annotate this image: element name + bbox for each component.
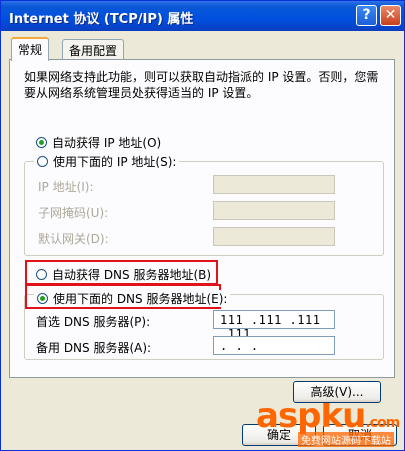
window-title: Internet 协议 (TCP/IP) 属性 <box>9 12 194 27</box>
ip-auto-label: 自动获得 IP 地址(O) <box>52 136 162 150</box>
dns-manual-label: 使用下面的 DNS 服务器地址(E): <box>53 292 228 306</box>
preferred-dns-field[interactable]: 111 .111 .111 .111 <box>213 310 335 341</box>
advanced-button[interactable]: 高级(V)... <box>293 381 381 403</box>
tcpip-properties-dialog: Internet 协议 (TCP/IP) 属性 ? ✕ 常规 备用配置 如果网络… <box>0 0 405 451</box>
dns-manual-option[interactable]: 使用下面的 DNS 服务器地址(E): <box>34 290 231 307</box>
subnet-mask-label: 子网掩码(U): <box>38 206 109 220</box>
preferred-dns-label: 首选 DNS 服务器(P): <box>36 315 151 329</box>
subnet-mask-field[interactable] <box>213 201 335 220</box>
watermark-suffix: .com <box>365 415 400 431</box>
help-icon[interactable]: ? <box>356 5 377 26</box>
tab-alternate-config[interactable]: 备用配置 <box>62 39 125 59</box>
close-icon[interactable]: ✕ <box>380 5 401 26</box>
ip-auto-option[interactable]: 自动获得 IP 地址(O) <box>36 134 161 151</box>
alternate-dns-label: 备用 DNS 服务器(A): <box>36 341 152 355</box>
general-tab-panel: 如果网络支持此功能，则可以获取自动指派的 IP 设置。否则，您需要从网络系统管理… <box>9 59 395 403</box>
dns-auto-label: 自动获得 DNS 服务器地址(B) <box>52 268 212 282</box>
ip-manual-label: 使用下面的 IP 地址(S): <box>53 155 177 169</box>
ip-manual-radio[interactable] <box>37 156 48 167</box>
tab-general[interactable]: 常规 <box>11 37 50 61</box>
ip-address-field[interactable] <box>213 175 335 194</box>
description-text: 如果网络支持此功能，则可以获取自动指派的 IP 设置。否则，您需要从网络系统管理… <box>24 70 379 100</box>
dns-auto-option[interactable]: 自动获得 DNS 服务器地址(B) <box>36 266 211 283</box>
ip-manual-option[interactable]: 使用下面的 IP 地址(S): <box>34 153 180 170</box>
title-bar[interactable]: Internet 协议 (TCP/IP) 属性 ? ✕ <box>1 1 404 31</box>
watermark-tagline: 免费网站源码下载站 <box>298 432 394 447</box>
ip-auto-radio[interactable] <box>36 137 47 148</box>
gateway-field[interactable] <box>213 227 335 246</box>
alternate-dns-field[interactable]: . . . <box>213 336 335 355</box>
ip-address-label: IP 地址(I): <box>38 180 94 194</box>
gateway-label: 默认网关(D): <box>38 232 109 246</box>
dns-manual-radio[interactable] <box>37 293 48 304</box>
dns-auto-radio[interactable] <box>36 269 47 280</box>
aspku-watermark-logo: aspku.com 免费网站源码下载站 <box>256 396 404 450</box>
